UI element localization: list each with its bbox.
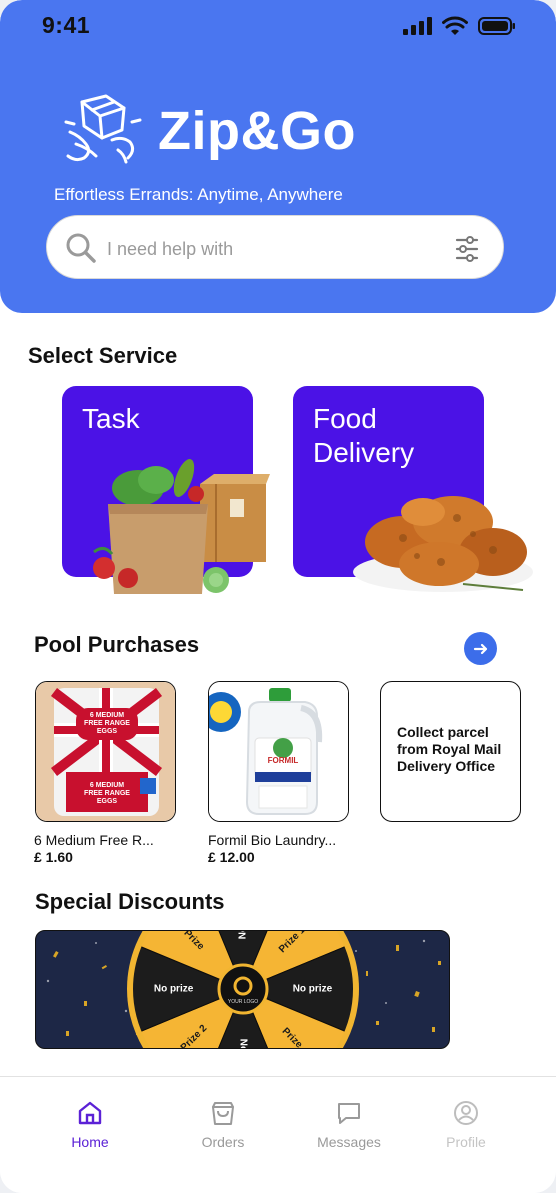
special-discounts-title: Special Discounts — [35, 889, 225, 914]
pool-item-detergent[interactable]: FORMIL — [208, 681, 349, 822]
profile-icon — [454, 1101, 478, 1125]
food-delivery-service-card[interactable]: Food Delivery — [293, 386, 533, 592]
food-label-line2: Delivery — [313, 437, 415, 468]
status-icons — [402, 16, 516, 36]
food-label-line1: Food — [313, 403, 377, 434]
search-icon — [66, 233, 96, 263]
task-service-card[interactable]: Task — [62, 386, 270, 594]
eggs-pack-label-bottom: 6 MEDIUM FREE RANGE EGGS — [84, 782, 130, 805]
prize-wheel-banner[interactable]: No prize Prize 1 No prize Prize No prize Priz… — [35, 930, 450, 1049]
app-brand: Zip&Go — [158, 101, 356, 161]
battery-icon — [478, 17, 515, 35]
grocery-bag-illustration — [93, 459, 270, 594]
detergent-brand-label: FORMIL — [267, 756, 299, 765]
home-icon — [78, 1101, 102, 1125]
food-delivery-card-label: Food Delivery — [313, 402, 483, 470]
nav-orders-label: Orders — [201, 1134, 245, 1150]
pool-item-eggs[interactable]: 6 MEDIUM FREE RANGE EGGS 6 MEDIUM FREE R… — [35, 681, 176, 822]
pool-item-detergent-price: £ 12.00 — [208, 849, 255, 865]
chat-icon — [338, 1103, 360, 1124]
header: 9:41 Zip&Go Effortless Errands: Anytime,… — [0, 0, 556, 313]
parcel-collection-text: Collect parcel from Royal Mail Delivery … — [397, 724, 502, 774]
tagline: Effortless Errands: Anytime, Anywhere — [54, 185, 343, 204]
app-screen: 9:41 Zip&Go Effortless Errands: Anytime,… — [0, 0, 556, 1193]
nav-profile[interactable]: Profile — [421, 1099, 511, 1150]
wheel-segment-label: No prize — [237, 1039, 248, 1049]
pool-item-eggs-price: £ 1.60 — [34, 849, 73, 865]
search-input[interactable] — [105, 230, 439, 268]
wifi-icon — [442, 16, 468, 35]
filter-icon[interactable] — [455, 236, 479, 262]
pool-item-detergent-name: Formil Bio Laundry... — [208, 832, 337, 848]
logo-icon — [64, 94, 142, 164]
bottom-nav: Home Orders Messages Profile — [0, 1076, 556, 1193]
task-card-label: Task — [82, 403, 140, 434]
shopping-bag-icon — [212, 1102, 234, 1125]
wheel-segment-label: No prize — [293, 984, 333, 995]
status-time: 9:41 — [42, 12, 91, 38]
wheel-segment-label: No prize — [154, 984, 194, 995]
arrow-right-icon — [473, 643, 487, 654]
wheel-segment-label: No prize — [238, 930, 249, 939]
nav-profile-label: Profile — [446, 1134, 486, 1150]
nav-home[interactable]: Home — [45, 1099, 135, 1150]
signal-icon — [403, 17, 432, 35]
wheel-center-label: YOUR LOGO — [228, 999, 258, 1005]
fried-chicken-illustration — [353, 496, 533, 592]
select-service-title: Select Service — [28, 343, 178, 368]
detergent-product-image — [209, 682, 348, 821]
eggs-pack-label: 6 MEDIUM FREE RANGE EGGS — [84, 712, 130, 735]
pool-see-all-button[interactable] — [464, 632, 497, 665]
pool-purchases-title: Pool Purchases — [34, 632, 200, 657]
prize-wheel: No prizePrize 1No prizePrizeNo prizePriz… — [127, 930, 359, 1049]
search-bar[interactable] — [46, 215, 504, 279]
nav-messages[interactable]: Messages — [304, 1099, 394, 1150]
nav-orders[interactable]: Orders — [178, 1099, 268, 1150]
pool-item-eggs-name: 6 Medium Free R... — [34, 832, 154, 848]
nav-home-label: Home — [71, 1134, 109, 1150]
nav-messages-label: Messages — [317, 1134, 381, 1150]
pool-item-parcel-collection[interactable]: Collect parcel from Royal Mail Delivery … — [380, 681, 521, 822]
